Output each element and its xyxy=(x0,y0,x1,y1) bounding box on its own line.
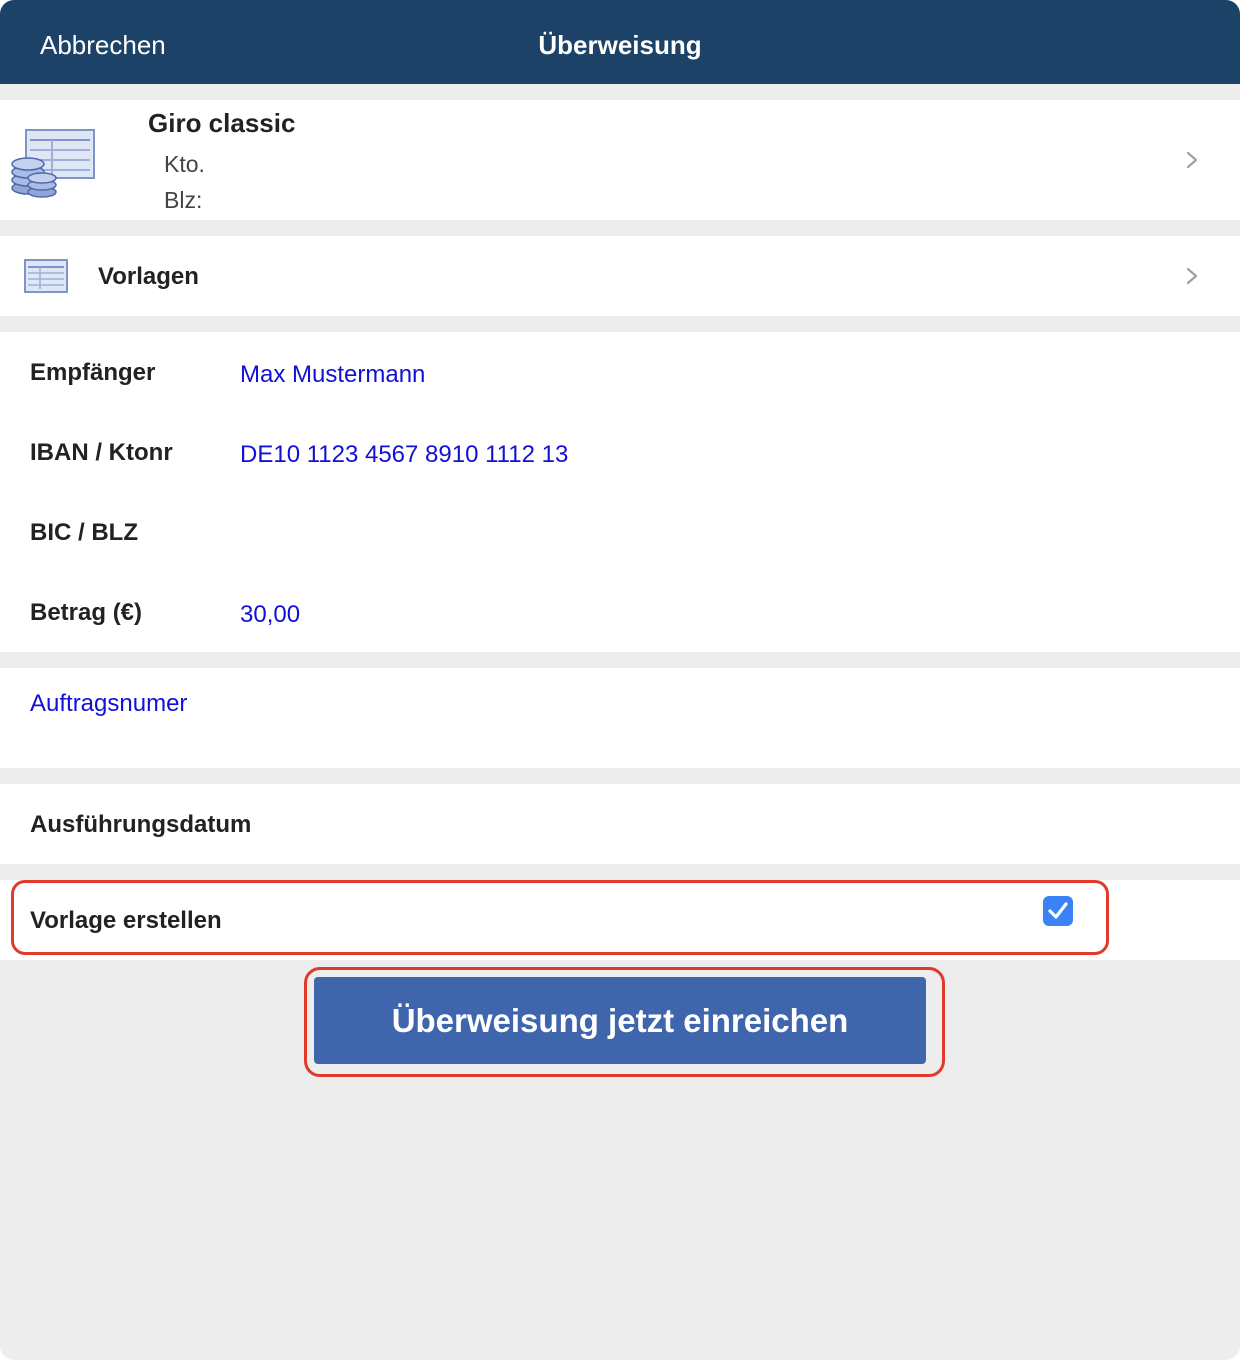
account-blz-label: Blz: xyxy=(164,187,203,213)
templates-label: Vorlagen xyxy=(98,263,199,290)
highlight-frame xyxy=(11,880,1109,955)
template-form-icon xyxy=(24,259,68,293)
iban-field[interactable]: DE10 1123 4567 8910 1112 13 xyxy=(240,441,568,469)
iban-label: IBAN / Ktonr xyxy=(30,439,173,466)
page-title: Überweisung xyxy=(538,30,702,60)
transfer-fields xyxy=(0,332,1240,652)
navigation-bar: Abbrechen Überweisung xyxy=(0,0,1240,84)
account-kto-label: Kto. xyxy=(164,151,205,177)
chevron-right-icon xyxy=(1186,151,1198,169)
bic-field[interactable] xyxy=(240,521,1140,551)
execution-date-label: Ausführungsdatum xyxy=(30,811,252,838)
chevron-right-icon xyxy=(1186,267,1198,285)
app-window: Abbrechen Überweisung Giro classic Kto. … xyxy=(0,0,1240,1360)
bic-label: BIC / BLZ xyxy=(30,519,138,546)
amount-field[interactable]: 30,00 xyxy=(240,601,300,629)
order-number-field[interactable]: Auftragsnumer xyxy=(30,690,187,718)
highlight-frame xyxy=(304,967,945,1077)
amount-label: Betrag (€) xyxy=(30,599,143,626)
account-name: Giro classic xyxy=(148,108,296,138)
recipient-field[interactable]: Max Mustermann xyxy=(240,361,425,389)
account-coins-icon xyxy=(11,129,95,198)
order-number-row[interactable] xyxy=(0,668,1240,768)
recipient-label: Empfänger xyxy=(30,359,156,386)
